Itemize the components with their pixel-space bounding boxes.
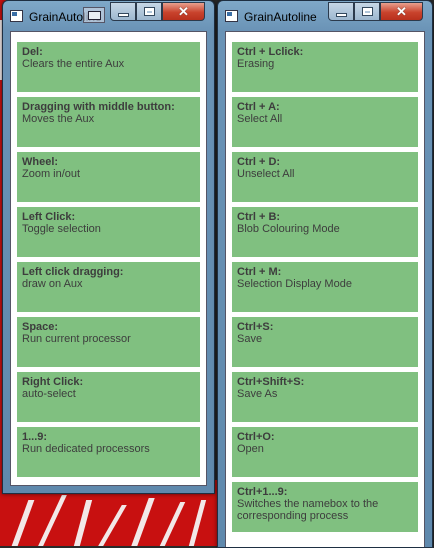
titlebar[interactable]: GrainAutoline ✕ <box>218 1 432 31</box>
shortcut-key: Ctrl+O: <box>237 431 275 443</box>
shortcut-card: Ctrl + Lclick: Erasing <box>232 42 418 92</box>
window-right: GrainAutoline ✕ Ctrl + Lclick: Erasing Ct… <box>217 0 433 548</box>
shortcut-card: Right Click: auto-select <box>17 372 200 422</box>
maximize-icon <box>362 8 372 15</box>
shortcut-card: Space: Run current processor <box>17 317 200 367</box>
shortcut-desc: Toggle selection <box>22 223 101 235</box>
shortcut-desc: Clears the entire Aux <box>22 58 125 70</box>
close-button[interactable]: ✕ <box>380 2 423 21</box>
shortcut-key: Dragging with middle button: <box>22 101 175 113</box>
minimize-button[interactable] <box>328 2 354 21</box>
shortcut-desc: Moves the Aux <box>22 113 95 125</box>
shortcut-key: Wheel: <box>22 156 59 168</box>
shortcut-list: Ctrl + Lclick: Erasing Ctrl + A: Select Al… <box>225 31 425 547</box>
shortcut-key: Ctrl+Shift+S: <box>237 376 305 388</box>
shortcut-desc: Open <box>237 443 264 455</box>
shortcut-desc: Save <box>237 333 263 345</box>
window-left: GrainAutoline ✕ Del: Clears the entire Au… <box>2 0 215 494</box>
window-title: GrainAutoline <box>244 10 317 24</box>
close-icon: ✕ <box>396 3 407 19</box>
shortcut-card: Dragging with middle button: Moves the Au… <box>17 97 200 147</box>
shortcut-key: Ctrl + A: <box>237 101 280 113</box>
shortcut-card: Ctrl+S: Save <box>232 317 418 367</box>
shortcut-desc: Run current processor <box>22 333 131 345</box>
window-preview-icon <box>83 7 105 23</box>
shortcut-key: Ctrl+S: <box>237 321 274 333</box>
shortcut-key: Left Click: <box>22 211 76 223</box>
shortcut-card: Ctrl + M: Selection Display Mode <box>232 262 418 312</box>
minimize-icon <box>118 14 128 16</box>
shortcut-card: Wheel: Zoom in/out <box>17 152 200 202</box>
shortcut-desc: Selection Display Mode <box>237 278 352 290</box>
shortcut-key: Space: <box>22 321 59 333</box>
shortcut-card: Del: Clears the entire Aux <box>17 42 200 92</box>
shortcut-card: Left Click: Toggle selection <box>17 207 200 257</box>
shortcut-list: Del: Clears the entire Aux Dragging with … <box>10 31 207 486</box>
shortcut-card: 1...9: Run dedicated processors <box>17 427 200 477</box>
shortcut-key: Ctrl + Lclick: <box>237 46 304 58</box>
app-icon[interactable] <box>225 10 238 22</box>
shortcut-desc: draw on Aux <box>22 278 83 290</box>
shortcut-desc: Zoom in/out <box>22 168 81 180</box>
titlebar[interactable]: GrainAutoline ✕ <box>3 1 214 31</box>
shortcut-card: Ctrl + D: Unselect All <box>232 152 418 202</box>
shortcut-desc: Unselect All <box>237 168 295 180</box>
shortcut-desc: auto-select <box>22 388 76 400</box>
shortcut-key: 1...9: <box>22 431 48 443</box>
shortcut-key: Ctrl + M: <box>237 266 282 278</box>
close-icon: ✕ <box>178 3 189 19</box>
maximize-icon <box>144 8 154 15</box>
maximize-button[interactable] <box>354 2 380 21</box>
shortcut-key: Ctrl + D: <box>237 156 281 168</box>
shortcut-desc: Save As <box>237 388 278 400</box>
shortcut-desc: Switches the namebox to the correspondin… <box>237 498 379 522</box>
shortcut-key: Ctrl + B: <box>237 211 281 223</box>
maximize-button[interactable] <box>136 2 162 21</box>
shortcut-desc: Run dedicated processors <box>22 443 150 455</box>
shortcut-key: Left click dragging: <box>22 266 124 278</box>
shortcut-desc: Select All <box>237 113 283 125</box>
app-icon[interactable] <box>10 10 23 22</box>
shortcut-card: Ctrl + A: Select All <box>232 97 418 147</box>
shortcut-desc: Blob Colouring Mode <box>237 223 340 235</box>
shortcut-card: Left click dragging: draw on Aux <box>17 262 200 312</box>
shortcut-desc: Erasing <box>237 58 275 70</box>
shortcut-card: Ctrl+O: Open <box>232 427 418 477</box>
shortcut-card: Ctrl + B: Blob Colouring Mode <box>232 207 418 257</box>
minimize-icon <box>336 14 346 16</box>
shortcut-card: Ctrl+1...9: Switches the namebox to the c… <box>232 482 418 532</box>
close-button[interactable]: ✕ <box>162 2 205 21</box>
shortcut-key: Ctrl+1...9: <box>237 486 288 498</box>
minimize-button[interactable] <box>110 2 136 21</box>
shortcut-key: Del: <box>22 46 43 58</box>
shortcut-card: Ctrl+Shift+S: Save As <box>232 372 418 422</box>
shortcut-key: Right Click: <box>22 376 84 388</box>
